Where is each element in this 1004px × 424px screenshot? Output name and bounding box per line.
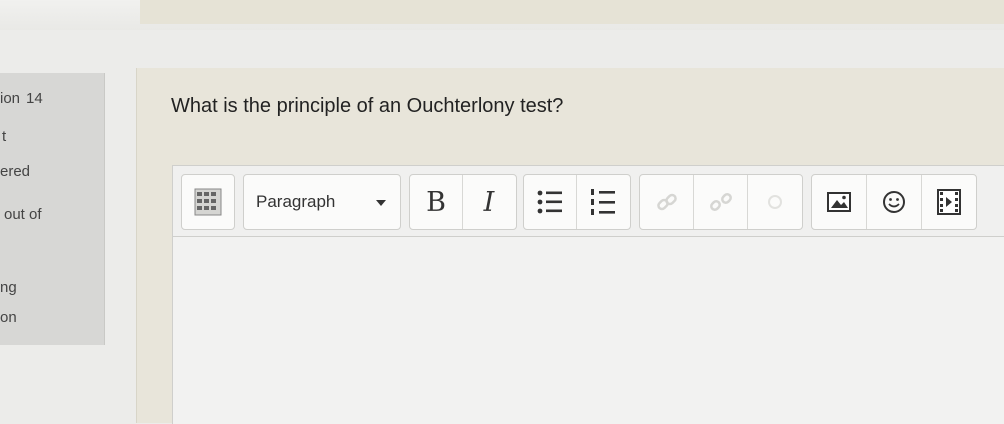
italic-icon: I: [483, 186, 495, 218]
unlink-icon: [709, 193, 732, 211]
question-label-text: ion: [0, 90, 21, 107]
emoticon-button[interactable]: [867, 175, 921, 229]
unlink-button[interactable]: [694, 175, 747, 229]
header-band: [140, 0, 1004, 24]
marks-text: out of: [4, 206, 42, 223]
ordered-list-button[interactable]: [577, 175, 629, 229]
ordered-list-icon: [591, 189, 615, 215]
bold-icon: B: [426, 186, 446, 218]
paragraph-label: Paragraph: [256, 192, 336, 211]
emoticon-icon: [883, 191, 905, 213]
disabled-button[interactable]: [748, 175, 801, 229]
toolbar-toggle-button[interactable]: [182, 175, 234, 229]
media-group: [811, 174, 977, 230]
flag-line-1[interactable]: ng: [0, 279, 17, 296]
link-group: [639, 174, 803, 230]
top-strip: [0, 0, 1004, 30]
disabled-icon: [767, 195, 782, 209]
link-icon: [656, 193, 677, 211]
status-text: ered: [0, 163, 31, 180]
toolbar-toggle-icon: [194, 188, 222, 216]
chevron-down-icon: [376, 200, 386, 206]
unordered-list-icon: [537, 190, 562, 214]
paragraph-format-select[interactable]: Paragraph: [243, 174, 401, 230]
image-button[interactable]: [812, 175, 866, 229]
link-button[interactable]: [640, 175, 693, 229]
media-icon: [937, 189, 961, 215]
editor-toolbar: Paragraph B I: [173, 166, 1004, 237]
info-line-1: t: [2, 128, 7, 145]
bold-button[interactable]: B: [410, 175, 462, 229]
toolbar-toggle-group: [181, 174, 235, 230]
paragraph-format-value: Paragraph: [256, 175, 356, 229]
flag-line-2[interactable]: on: [0, 309, 17, 326]
question-number: 14: [26, 90, 43, 107]
text-style-group: B I: [409, 174, 517, 230]
question-text: What is the principle of an Ouchterlony …: [171, 95, 564, 117]
answer-text-area[interactable]: [173, 237, 1004, 424]
question-info-panel: ion 14 t ered out of ng on: [0, 73, 105, 345]
unordered-list-button[interactable]: [524, 175, 576, 229]
question-label: ion 14: [0, 90, 43, 107]
image-icon: [827, 192, 851, 212]
media-button[interactable]: [922, 175, 976, 229]
italic-button[interactable]: I: [463, 175, 515, 229]
answer-editor: Paragraph B I: [172, 165, 1004, 424]
list-group: [523, 174, 631, 230]
